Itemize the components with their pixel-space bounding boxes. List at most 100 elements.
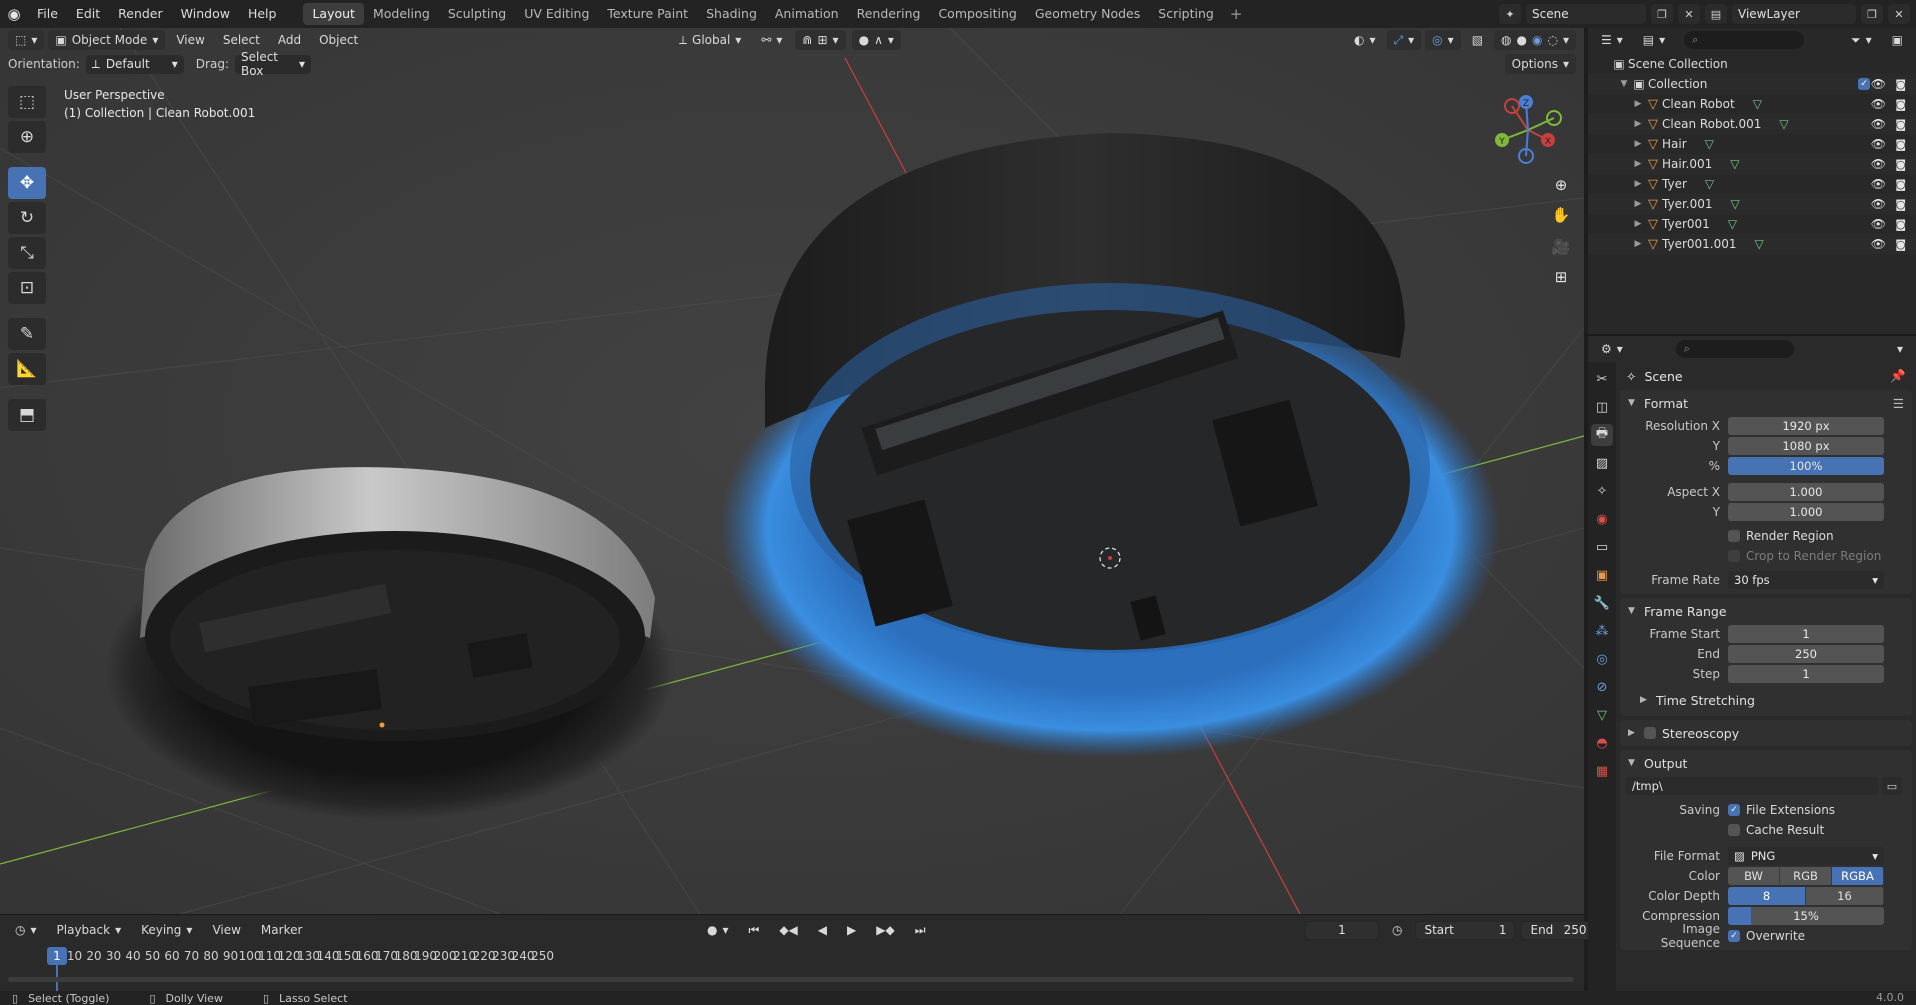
scene-name-field[interactable]: Scene	[1526, 4, 1646, 24]
end-frame-field[interactable]: End 250	[1521, 920, 1596, 940]
expand-arrow-icon[interactable]: ▶	[1632, 219, 1644, 229]
output-panel-header[interactable]: ▼ Output	[1620, 750, 1912, 776]
add-cube-tool-icon[interactable]: ⬒	[8, 399, 46, 431]
eye-icon[interactable]: 👁	[1871, 117, 1886, 131]
particles-tab-icon[interactable]: ⁂	[1591, 620, 1613, 642]
transform-tool-icon[interactable]: ⊡	[8, 272, 46, 304]
measure-tool-icon[interactable]: 📐	[8, 353, 46, 385]
output-path-field[interactable]: /tmp\	[1626, 777, 1878, 795]
mesh-data-icon[interactable]: ▽	[1779, 117, 1788, 131]
jump-keyframe-back-icon[interactable]: ◆◀	[772, 920, 804, 940]
outliner-search-input[interactable]: ⌕	[1684, 31, 1805, 49]
options-button[interactable]: Options ▾	[1504, 54, 1576, 74]
timeline-scrollbar[interactable]	[8, 977, 1574, 982]
timeline-editor-type[interactable]: ◷ ▾	[8, 920, 44, 940]
mesh-data-icon[interactable]: ▽	[1705, 137, 1714, 151]
visibility-toggle[interactable]: ◐ ▾	[1347, 30, 1383, 50]
folder-icon[interactable]: ▭	[1882, 777, 1902, 795]
cursor-tool-icon[interactable]: ⊕	[8, 121, 46, 153]
snapping-button[interactable]: ⋒ ⊞ ▾	[795, 30, 846, 50]
constraints-tab-icon[interactable]: ⊘	[1591, 676, 1613, 698]
menu-timeline-view[interactable]: View	[205, 920, 247, 940]
eye-icon[interactable]: 👁	[1871, 177, 1886, 191]
color-bw-option[interactable]: BW	[1728, 867, 1780, 885]
new-view-layer-icon[interactable]: ❐	[1861, 4, 1883, 24]
outliner-object-row[interactable]: ▶ ▽ Tyer001.001 ▽ 👁 ◙	[1588, 234, 1916, 254]
presets-icon[interactable]: ☰	[1893, 396, 1912, 411]
output-tab-icon[interactable]: 🖶	[1591, 424, 1613, 446]
world-tab-icon[interactable]: ◉	[1591, 508, 1613, 530]
new-collection-button[interactable]: ▣	[1885, 30, 1910, 50]
mesh-data-icon[interactable]: ▽	[1753, 97, 1762, 111]
render-region-row[interactable]: Render Region	[1620, 526, 1912, 546]
cache-result-checkbox[interactable]	[1728, 824, 1740, 836]
expand-arrow-icon[interactable]: ▶	[1632, 119, 1644, 129]
clean-robot-left[interactable]	[105, 467, 675, 820]
outliner-object-row[interactable]: ▶ ▽ Hair ▽ 👁 ◙	[1588, 134, 1916, 154]
outliner-object-row[interactable]: ▶ ▽ Clean Robot.001 ▽ 👁 ◙	[1588, 114, 1916, 134]
resolution-x-field[interactable]: 1920 px	[1728, 417, 1884, 435]
render-camera-icon[interactable]: ◙	[1895, 198, 1906, 211]
eye-icon[interactable]: 👁	[1871, 77, 1886, 91]
menu-window[interactable]: Window	[172, 3, 239, 25]
frame-range-panel-header[interactable]: ▼ Frame Range	[1620, 598, 1912, 624]
physics-tab-icon[interactable]: ◎	[1591, 648, 1613, 670]
menu-keying[interactable]: Keying ▾	[134, 920, 199, 940]
resolution-y-field[interactable]: 1080 px	[1728, 437, 1884, 455]
tab-modeling[interactable]: Modeling	[364, 3, 439, 25]
play-icon[interactable]: ▶	[840, 920, 863, 940]
frame-end-field[interactable]: 250	[1728, 645, 1884, 663]
render-camera-icon[interactable]: ◙	[1895, 78, 1906, 91]
jump-keyframe-forward-icon[interactable]: ▶◆	[869, 920, 901, 940]
scene-collection-row[interactable]: ▣ Scene Collection	[1588, 54, 1916, 74]
playhead[interactable]: 1	[47, 947, 67, 965]
color-rgba-option[interactable]: RGBA	[1832, 867, 1884, 885]
texture-tab-icon[interactable]: ▦	[1591, 760, 1613, 782]
properties-search-input[interactable]: ⌕	[1675, 340, 1794, 358]
time-stretching-subpanel[interactable]: ▶ Time Stretching	[1620, 688, 1912, 712]
display-mode-button[interactable]: ▤ ▾	[1636, 30, 1672, 50]
tab-rendering[interactable]: Rendering	[848, 3, 930, 25]
outliner-object-row[interactable]: ▶ ▽ Tyer.001 ▽ 👁 ◙	[1588, 194, 1916, 214]
outliner-object-row[interactable]: ▶ ▽ Clean Robot ▽ 👁 ◙	[1588, 94, 1916, 114]
overlays-toggle[interactable]: ◎ ▾	[1425, 30, 1461, 50]
render-camera-icon[interactable]: ◙	[1895, 98, 1906, 111]
shading-modes[interactable]: ◍ ● ◉ ◌ ▾	[1494, 30, 1576, 50]
tab-texture-paint[interactable]: Texture Paint	[598, 3, 697, 25]
object-tab-icon[interactable]: ▣	[1591, 564, 1613, 586]
play-reverse-icon[interactable]: ◀	[811, 920, 834, 940]
mesh-data-icon[interactable]: ▽	[1731, 197, 1740, 211]
render-region-checkbox[interactable]	[1728, 530, 1740, 542]
color-depth-8-option[interactable]: 8	[1728, 887, 1806, 905]
menu-render[interactable]: Render	[109, 3, 172, 25]
render-camera-icon[interactable]: ◙	[1895, 118, 1906, 131]
menu-object[interactable]: Object	[312, 30, 365, 50]
overwrite-checkbox[interactable]: ✓	[1728, 930, 1740, 942]
jump-start-icon[interactable]: ⏮	[742, 920, 767, 940]
move-tool-icon[interactable]: ✥	[8, 167, 46, 199]
current-frame-field[interactable]: 1	[1305, 920, 1379, 940]
color-depth-16-option[interactable]: 16	[1806, 887, 1884, 905]
render-camera-icon[interactable]: ◙	[1895, 138, 1906, 151]
new-scene-icon[interactable]: ❐	[1651, 4, 1673, 24]
menu-view[interactable]: View	[169, 30, 211, 50]
navigation-gizmo[interactable]: X Y Z	[1490, 92, 1566, 168]
material-tab-icon[interactable]: ◓	[1591, 732, 1613, 754]
auto-keying-button[interactable]: ● ▾	[700, 920, 736, 940]
3d-viewport[interactable]: ⬚ ▾ ▣ Object Mode ▾ View Select Add Object …	[0, 28, 1584, 914]
render-tab-icon[interactable]: ◫	[1591, 396, 1613, 418]
menu-file[interactable]: File	[28, 3, 67, 25]
gizmo-toggle[interactable]: ⤢ ▾	[1386, 30, 1422, 50]
tool-tab-icon[interactable]: ✂	[1591, 368, 1613, 390]
properties-options[interactable]: ▾	[1890, 339, 1910, 359]
color-rgb-option[interactable]: RGB	[1780, 867, 1832, 885]
add-workspace-icon[interactable]: +	[1223, 5, 1250, 23]
select-box-tool-icon[interactable]: ⬚	[8, 86, 46, 118]
crop-region-row[interactable]: Crop to Render Region	[1620, 546, 1912, 566]
render-camera-icon[interactable]: ◙	[1895, 178, 1906, 191]
modifier-tab-icon[interactable]: 🔧	[1591, 592, 1613, 614]
proportional-editing-button[interactable]: ● ∧ ▾	[851, 30, 901, 50]
menu-help[interactable]: Help	[239, 3, 286, 25]
view-layer-tab-icon[interactable]: ▨	[1591, 452, 1613, 474]
collapse-arrow-icon[interactable]: ▼	[1618, 79, 1630, 89]
